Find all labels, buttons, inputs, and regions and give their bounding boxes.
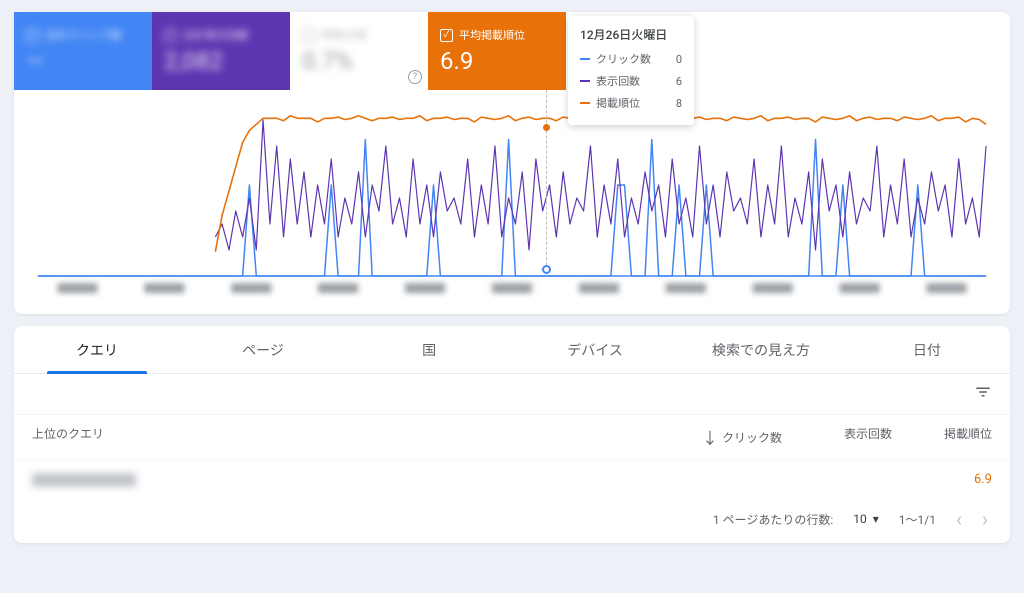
col-header-query[interactable]: 上位のクエリ	[32, 425, 632, 449]
metric-value: 0.7%	[302, 47, 416, 75]
tabs-row: クエリ ページ 国 デバイス 検索での見え方 日付	[14, 326, 1010, 374]
query-table-card: クエリ ページ 国 デバイス 検索での見え方 日付 上位のクエリ ↓ クリック数…	[14, 326, 1010, 543]
filter-row	[14, 374, 1010, 414]
metric-value: 2,082	[164, 47, 278, 75]
tooltip-impr-value: 6	[676, 75, 682, 88]
xaxis-tick: ████	[208, 280, 295, 302]
metric-value: —	[26, 47, 140, 75]
xaxis-tick: ████	[816, 280, 903, 302]
chart-area[interactable]	[14, 90, 1010, 280]
col-header-position[interactable]: 掲載順位	[892, 425, 992, 449]
tooltip-impr-label: 表示回数	[596, 73, 640, 89]
tab-date[interactable]: 日付	[844, 326, 1010, 373]
checkbox-icon	[302, 29, 315, 42]
cell-position: 6.9	[892, 472, 992, 487]
checkbox-icon: ✓	[440, 29, 453, 42]
xaxis-tick: ████	[121, 280, 208, 302]
metric-tile-position[interactable]: ✓ 平均掲載順位 6.9	[428, 12, 566, 90]
filter-icon[interactable]	[974, 383, 992, 405]
metric-value: 6.9	[440, 47, 554, 75]
metric-tile-ctr[interactable]: 平均 CTR 0.7% ?	[290, 12, 428, 90]
metric-label: 合計表示回数	[183, 27, 249, 43]
checkbox-icon: ✓	[26, 29, 39, 42]
rows-per-page-label: 1 ページあたりの行数:	[713, 511, 833, 528]
checkbox-icon: ✓	[164, 29, 177, 42]
chevron-down-icon: ▾	[873, 512, 879, 526]
tab-page[interactable]: ページ	[180, 326, 346, 373]
xaxis-tick: ████	[382, 280, 469, 302]
tab-device[interactable]: デバイス	[512, 326, 678, 373]
tooltip-date: 12月26日火曜日	[580, 26, 682, 43]
chart-svg	[34, 90, 990, 280]
performance-card: ✓ 合計クリック数 — ✓ 合計表示回数 2,082 平均 CTR 0.7% ? ✓…	[14, 12, 1010, 314]
swatch-icon	[580, 102, 590, 104]
xaxis-tick: ████	[903, 280, 990, 302]
table-header: 上位のクエリ ↓ クリック数 表示回数 掲載順位	[14, 414, 1010, 459]
col-header-impressions[interactable]: 表示回数	[782, 425, 892, 449]
pagination: 1 ページあたりの行数: 10 ▾ 1～1/1 ‹ ›	[14, 499, 1010, 543]
metric-label: 平均 CTR	[321, 27, 366, 43]
tab-country[interactable]: 国	[346, 326, 512, 373]
tooltip-clicks-value: 0	[676, 53, 682, 66]
chart-xaxis: ████████████████████████████████████████…	[14, 280, 1010, 302]
metric-label: 平均掲載順位	[459, 27, 525, 43]
chart-guideline	[546, 90, 547, 270]
metrics-row: ✓ 合計クリック数 — ✓ 合計表示回数 2,082 平均 CTR 0.7% ? ✓…	[14, 12, 1010, 90]
table-row[interactable]: ████████ 6.9	[14, 459, 1010, 499]
metric-tile-impressions[interactable]: ✓ 合計表示回数 2,082	[152, 12, 290, 90]
swatch-icon	[580, 58, 590, 60]
chart-marker-orange	[543, 124, 550, 131]
prev-page-button[interactable]: ‹	[956, 509, 962, 529]
tooltip-pos-value: 8	[676, 97, 682, 110]
xaxis-tick: ████	[469, 280, 556, 302]
xaxis-tick: ████	[555, 280, 642, 302]
tab-appearance[interactable]: 検索での見え方	[678, 326, 844, 373]
metric-tile-clicks[interactable]: ✓ 合計クリック数 —	[14, 12, 152, 90]
next-page-button[interactable]: ›	[982, 509, 988, 529]
xaxis-tick: ████	[642, 280, 729, 302]
chart-tooltip: 12月26日火曜日 クリック数 0 表示回数 6 掲載順位 8	[568, 16, 694, 125]
help-icon[interactable]: ?	[408, 70, 422, 84]
tooltip-pos-label: 掲載順位	[596, 95, 640, 111]
xaxis-tick: ████	[295, 280, 382, 302]
xaxis-tick: ████	[729, 280, 816, 302]
tooltip-clicks-label: クリック数	[596, 51, 651, 67]
chart-marker-blue	[542, 265, 551, 274]
tab-query[interactable]: クエリ	[14, 326, 180, 373]
pagination-range: 1～1/1	[899, 511, 936, 528]
col-header-clicks[interactable]: ↓ クリック数	[632, 425, 782, 449]
rows-per-page-select[interactable]: 10 ▾	[853, 512, 879, 526]
cell-query: ████████	[32, 470, 632, 489]
metric-label: 合計クリック数	[45, 27, 122, 43]
swatch-icon	[580, 80, 590, 82]
sort-down-icon: ↓	[702, 425, 718, 449]
xaxis-tick: ████	[34, 280, 121, 302]
